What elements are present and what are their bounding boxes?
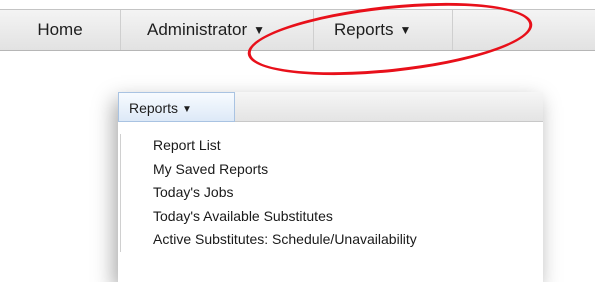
menu-item-active-substitutes-schedule[interactable]: Active Substitutes: Schedule/Unavailabil… bbox=[121, 228, 541, 252]
menu-item-todays-jobs[interactable]: Today's Jobs bbox=[121, 181, 541, 205]
menu-item-report-list[interactable]: Report List bbox=[121, 134, 541, 158]
reports-dropdown-zoom-panel: Reports ▼ Report List My Saved Reports To… bbox=[118, 92, 543, 282]
top-navigation-bar: Home Administrator ▼ Reports ▼ bbox=[0, 9, 595, 51]
reports-dropdown-menu: Report List My Saved Reports Today's Job… bbox=[120, 134, 541, 252]
nav-home-label: Home bbox=[37, 20, 83, 39]
menu-item-todays-available-substitutes[interactable]: Today's Available Substitutes bbox=[121, 205, 541, 229]
nav-administrator-label: Administrator bbox=[147, 20, 248, 39]
reports-menu-button[interactable]: Reports ▼ bbox=[118, 92, 235, 122]
nav-reports[interactable]: Reports ▼ bbox=[314, 10, 453, 50]
menu-item-my-saved-reports[interactable]: My Saved Reports bbox=[121, 158, 541, 182]
nav-administrator[interactable]: Administrator ▼ bbox=[121, 10, 314, 50]
dropdown-header-bar: Reports ▼ bbox=[118, 92, 543, 122]
caret-down-icon: ▼ bbox=[253, 23, 266, 37]
caret-down-icon: ▼ bbox=[399, 23, 412, 37]
nav-reports-label: Reports bbox=[334, 20, 394, 39]
nav-home[interactable]: Home bbox=[0, 10, 121, 50]
reports-menu-button-label: Reports bbox=[129, 100, 179, 116]
caret-down-icon: ▼ bbox=[182, 104, 192, 115]
